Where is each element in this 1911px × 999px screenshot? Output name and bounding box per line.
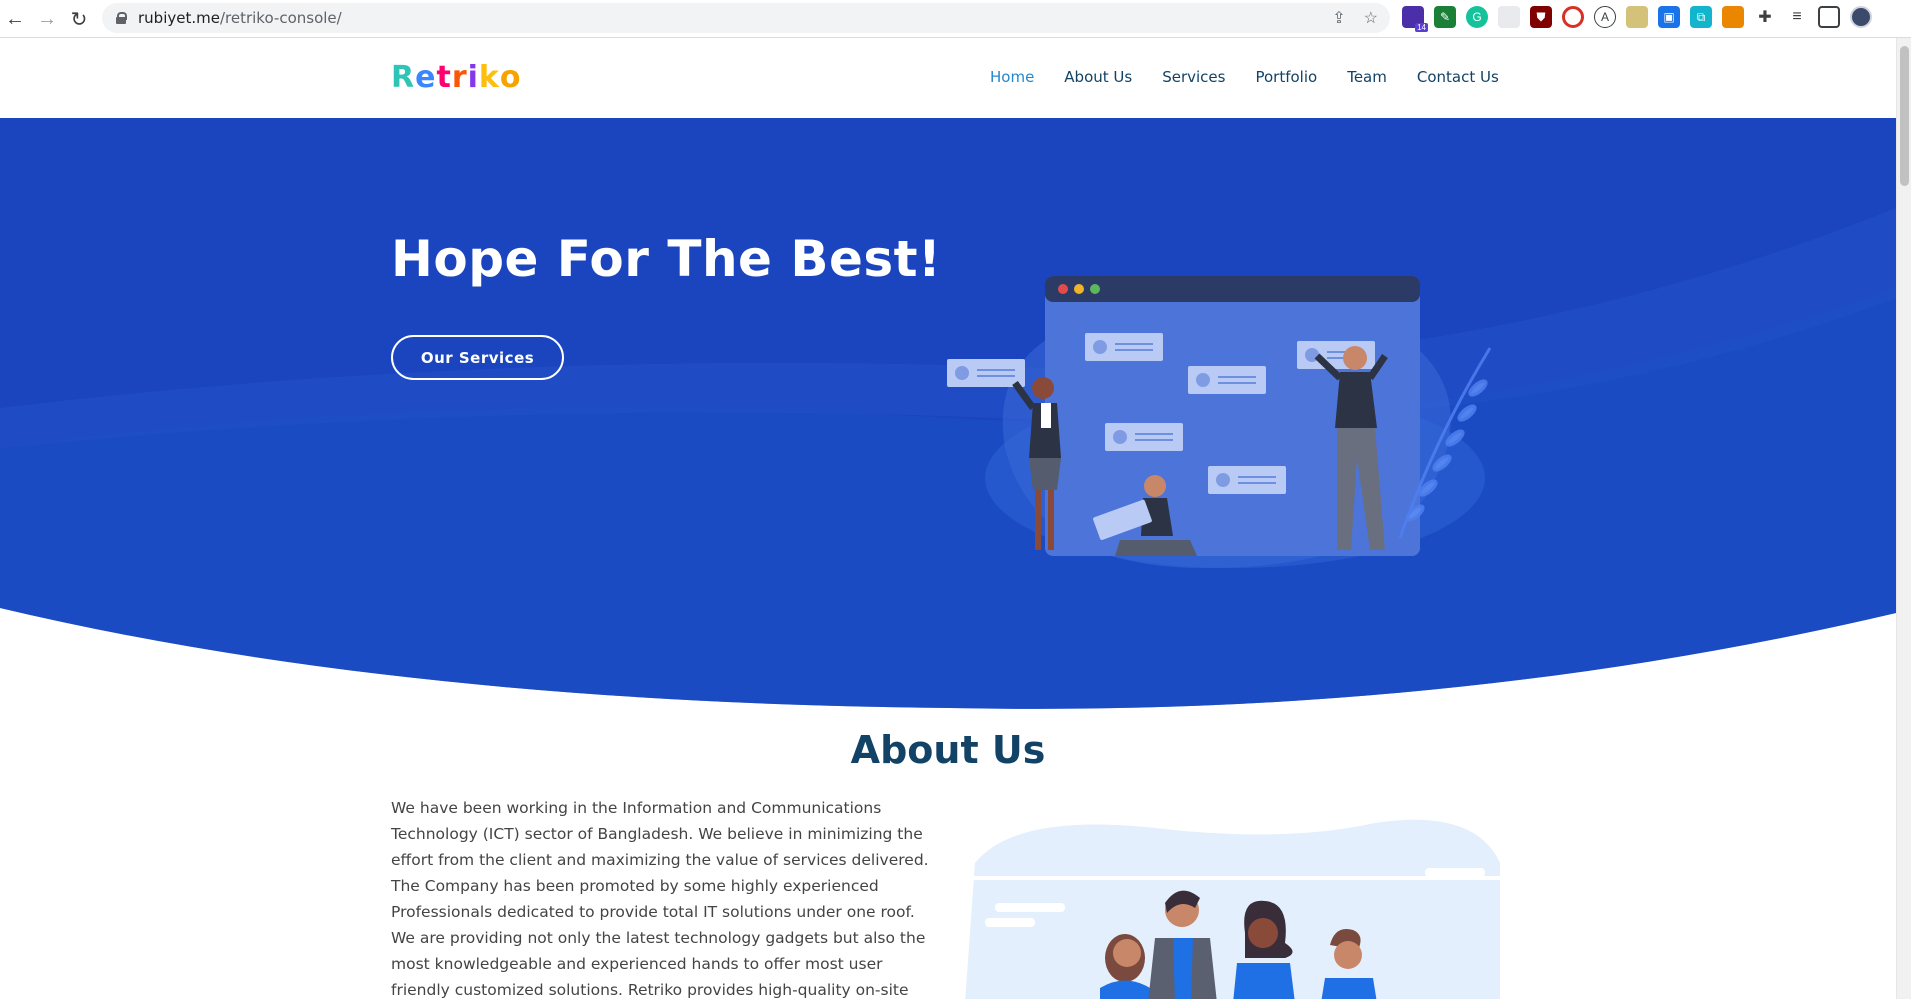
grammarly-icon[interactable]: G — [1466, 6, 1488, 28]
blank-extension-icon[interactable] — [1498, 6, 1520, 28]
about-us-paragraph: We have been working in the Information … — [391, 799, 929, 999]
forward-arrow-icon[interactable]: → — [32, 4, 62, 34]
nav-services[interactable]: Services — [1162, 68, 1225, 86]
record-icon[interactable] — [1562, 6, 1584, 28]
browser-toolbar: ← → ↻ rubiyet.me/retriko-console/ ⇪ ☆ 14… — [0, 0, 1911, 38]
lock-icon[interactable] — [116, 12, 127, 24]
nav-contact-us[interactable]: Contact Us — [1417, 68, 1499, 86]
our-services-button[interactable]: Our Services — [391, 335, 564, 380]
site-header: Retriko Home About Us Services Portfolio… — [0, 38, 1896, 118]
hero-title: Hope For The Best! — [391, 230, 942, 288]
pen-extension-icon[interactable]: ✎ — [1434, 6, 1456, 28]
copy-extension-icon[interactable]: ⧉ — [1690, 6, 1712, 28]
address-bar[interactable]: rubiyet.me/retriko-console/ ⇪ ☆ — [102, 3, 1390, 33]
side-panel-icon[interactable] — [1818, 6, 1840, 28]
back-arrow-icon[interactable]: ← — [0, 4, 30, 34]
ublock-icon[interactable]: ⛊ — [1530, 6, 1552, 28]
reading-list-icon[interactable]: ≡ — [1786, 6, 1808, 28]
profile-avatar[interactable] — [1850, 6, 1872, 28]
url-text[interactable]: rubiyet.me/retriko-console/ — [138, 9, 342, 27]
graduation-cap-extension-icon[interactable]: 14 — [1402, 6, 1428, 32]
hero-illustration — [947, 276, 1492, 568]
nav-about-us[interactable]: About Us — [1064, 68, 1132, 86]
team-illustration — [965, 819, 1500, 999]
bookmark-star-icon[interactable]: ☆ — [1364, 8, 1378, 28]
font-extension-icon[interactable]: A — [1594, 6, 1616, 28]
share-icon[interactable]: ⇪ — [1332, 8, 1345, 28]
notes-extension-icon[interactable] — [1626, 6, 1648, 28]
main-navigation: Home About Us Services Portfolio Team Co… — [990, 68, 1499, 86]
nav-home[interactable]: Home — [990, 68, 1034, 86]
nav-portfolio[interactable]: Portfolio — [1255, 68, 1317, 86]
hero-section: Hope For The Best! Our Services — [0, 118, 1896, 718]
site-logo[interactable]: Retriko — [391, 60, 521, 95]
about-us-heading: About Us — [850, 728, 1046, 772]
scrollbar-thumb[interactable] — [1900, 46, 1909, 186]
page-scrollbar[interactable] — [1896, 38, 1911, 999]
extensions-bar: 14 ✎ G ⛊ A ▣ ⧉ ✚ ≡ — [1402, 6, 1872, 32]
nav-team[interactable]: Team — [1347, 68, 1387, 86]
image-extension-icon[interactable] — [1722, 6, 1744, 28]
web-page: Retriko Home About Us Services Portfolio… — [0, 38, 1896, 999]
reload-icon[interactable]: ↻ — [64, 4, 94, 34]
screen-capture-icon[interactable]: ▣ — [1658, 6, 1680, 28]
puzzle-extensions-icon[interactable]: ✚ — [1754, 6, 1776, 28]
